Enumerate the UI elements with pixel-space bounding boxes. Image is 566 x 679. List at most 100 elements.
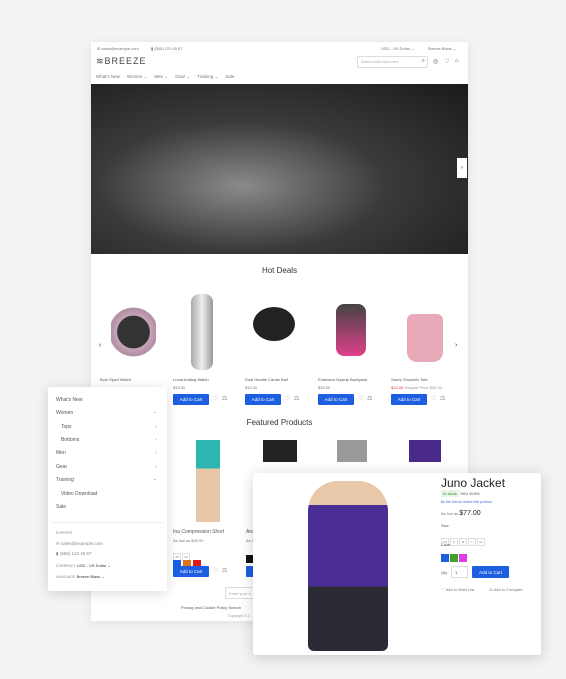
chevron-right-icon[interactable]: › <box>155 437 157 443</box>
compare-text: Add to Compare <box>493 587 523 592</box>
newsletter-input[interactable]: Enter your e <box>225 587 255 599</box>
product-image-cardio-ball[interactable] <box>253 307 295 341</box>
compare-icon[interactable]: ⚖ <box>367 395 372 402</box>
nav-whats-new[interactable]: What's New <box>96 74 120 80</box>
qty-input[interactable]: 1 <box>451 566 468 578</box>
divider <box>52 522 163 523</box>
add-to-cart-button[interactable]: Add to Cart <box>173 394 209 405</box>
size-option[interactable]: M <box>459 538 467 546</box>
menu-item-tops[interactable]: Tops <box>61 424 72 430</box>
cart-icon[interactable]: ⌂ <box>455 58 459 64</box>
account-icon[interactable]: ◎ <box>433 58 438 65</box>
size-option[interactable]: L <box>468 538 476 546</box>
nav-women[interactable]: Women ⌄ <box>127 74 147 80</box>
menu-item-men[interactable]: Men <box>56 450 66 456</box>
menu-item-training[interactable]: Training <box>56 477 74 483</box>
add-to-cart-button[interactable]: Add to Cart <box>173 566 209 577</box>
language-label: LANGUAGE <box>56 575 76 579</box>
menu-item-bottoms[interactable]: Bottoms <box>61 437 79 443</box>
add-to-cart-button[interactable]: Add to Cart <box>391 394 427 405</box>
color-swatch-blue[interactable] <box>441 554 449 562</box>
size-option[interactable]: S <box>450 538 458 546</box>
chevron-down-icon[interactable]: ⌄ <box>153 476 157 482</box>
add-to-cart-button[interactable]: Add to Cart <box>245 394 281 405</box>
menu-item-gear[interactable]: Gear <box>56 464 67 470</box>
menu-item-sale[interactable]: Sale <box>56 504 66 510</box>
hero-next-arrow[interactable]: › <box>457 158 467 178</box>
product-image-jacket <box>308 481 388 651</box>
nav-label: Training <box>197 74 214 79</box>
product-name[interactable]: Bolo Sport Watch <box>100 377 131 382</box>
wishlist-icon[interactable]: ♡ <box>358 395 363 402</box>
product-name[interactable]: Luma Analog Watch <box>173 377 209 382</box>
product-name[interactable]: Savvy Shoulder Tote <box>391 377 428 382</box>
product-price: $12.00 <box>245 385 257 390</box>
product-image-tote[interactable] <box>407 314 443 362</box>
compare-icon[interactable]: ⚖ <box>294 395 299 402</box>
compare-icon[interactable]: ⚖ <box>440 395 445 402</box>
language-row[interactable]: LANGUAGE Breeze Blank ⌄ <box>56 574 105 579</box>
nav-gear[interactable]: Gear ⌄ <box>175 74 190 80</box>
product-image-backpack[interactable] <box>336 304 366 356</box>
price-text: $24.00 <box>391 385 404 390</box>
add-to-compare[interactable]: ⚖ Add to Compare <box>489 587 523 592</box>
logo[interactable]: ≋BREEZE <box>96 56 147 67</box>
chevron-down-icon[interactable]: ⌄ <box>153 409 157 415</box>
carousel-next-icon[interactable]: › <box>455 342 457 349</box>
color-options <box>441 549 469 567</box>
nav-training[interactable]: Training ⌄ <box>197 74 218 80</box>
featured-image-3[interactable] <box>337 440 367 462</box>
language-text: Breeze Blank <box>428 46 452 51</box>
chevron-right-icon[interactable]: › <box>155 424 157 430</box>
size-option[interactable]: XL <box>477 538 485 546</box>
wishlist-icon[interactable]: ♡ <box>213 567 218 574</box>
footer-links[interactable]: Privacy and Cookie Policy Search <box>181 605 241 610</box>
featured-image-short[interactable] <box>196 440 220 522</box>
header-phone: ▮ (555) 123 45 67 <box>151 46 183 51</box>
add-to-cart-button[interactable]: Add to Cart <box>472 566 509 578</box>
wishlist-icon[interactable]: ♡ <box>431 395 436 402</box>
size-label: Size <box>441 523 449 528</box>
color-swatch-green[interactable] <box>450 554 458 562</box>
add-to-wishlist[interactable]: ♡ Add to Wish List <box>441 587 474 592</box>
compare-icon[interactable]: ⚖ <box>222 395 227 402</box>
add-to-cart-button[interactable]: Add to Cart <box>318 394 354 405</box>
carousel-prev-icon[interactable]: ‹ <box>99 342 101 349</box>
price-text: $33.00 <box>318 385 331 390</box>
price-text: $12.00 <box>245 385 258 390</box>
price-row: As low as $77.00 <box>441 510 481 517</box>
menu-item-video-download[interactable]: Video Download <box>61 491 97 497</box>
qty-value: 1 <box>455 570 458 575</box>
product-image-watch[interactable] <box>111 299 156 365</box>
compare-icon[interactable]: ⚖ <box>222 567 227 574</box>
currency-row[interactable]: CURRENCY USD - US Dollar ⌄ <box>56 563 111 568</box>
currency-value: USD - US Dollar <box>76 563 107 568</box>
featured-product-price-2: As l <box>246 538 253 543</box>
featured-product-name[interactable]: Ina Compression Short <box>173 529 224 535</box>
language-switcher[interactable]: Breeze Blank ⌄ <box>428 46 456 51</box>
menu-item-whats-new[interactable]: What's New <box>56 397 83 403</box>
search-icon[interactable]: ⌕ <box>422 58 425 65</box>
featured-image-2[interactable] <box>263 440 297 462</box>
color-swatch-purple[interactable] <box>459 554 467 562</box>
currency-switcher[interactable]: USD - US Dollar ⌄ <box>381 46 415 51</box>
menu-item-women[interactable]: Women <box>56 410 73 416</box>
nav-men[interactable]: Men ⌄ <box>154 74 168 80</box>
product-image-analog-watch[interactable] <box>191 294 213 370</box>
product-detail-panel: Juno Jacket In stock SKU WJ06 Be the fir… <box>253 473 541 655</box>
wishlist-icon[interactable]: ♡ <box>444 58 449 65</box>
color-label: Color <box>441 542 451 547</box>
chevron-right-icon[interactable]: › <box>155 450 157 456</box>
wishlist-icon[interactable]: ♡ <box>213 395 218 402</box>
header-email[interactable]: ✉ sales@example.com <box>97 46 139 51</box>
nav-sale[interactable]: Sale <box>225 74 234 80</box>
support-email[interactable]: ✉ sales@example.com <box>56 541 103 547</box>
wishlist-icon[interactable]: ♡ <box>285 395 290 402</box>
product-name[interactable]: Endeavor Daytrip Backpack <box>318 377 367 382</box>
review-link[interactable]: Be the first to review this product <box>441 500 492 504</box>
search-input[interactable]: Search entire store here... ⌕ <box>357 56 428 68</box>
chevron-right-icon[interactable]: › <box>155 464 157 470</box>
qty-label: Qty <box>441 570 448 575</box>
product-name[interactable]: Dual Handle Cardio Ball <box>245 377 288 382</box>
featured-image-4[interactable] <box>409 440 441 462</box>
